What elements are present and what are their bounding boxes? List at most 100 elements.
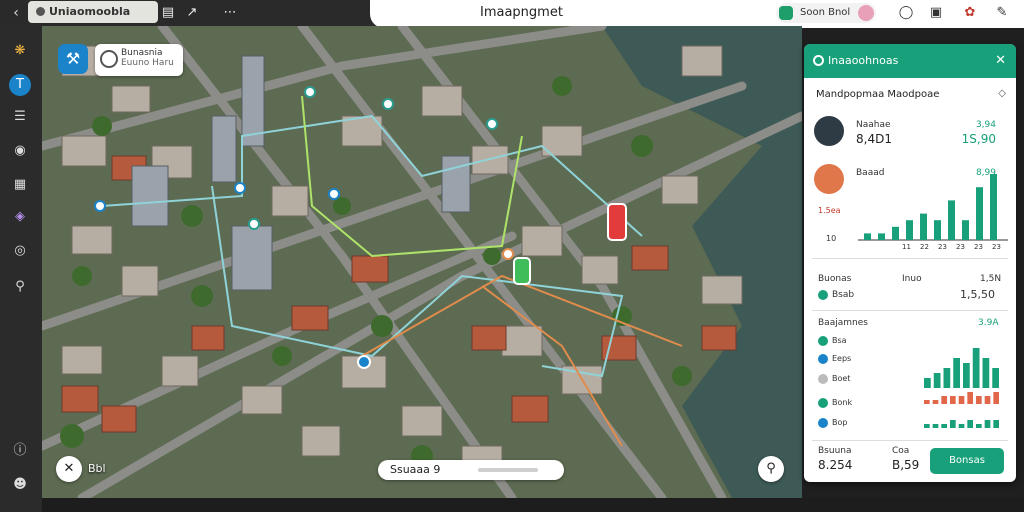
- list-item[interactable]: Bop: [818, 418, 847, 428]
- chart-bar: [864, 233, 871, 240]
- summary-mid-label: Inuo: [902, 274, 922, 284]
- section-toggle-icon[interactable]: ◇: [998, 88, 1006, 99]
- status-label: Soon Bnol: [800, 7, 851, 18]
- panel-header: Inaaoohnoas ✕: [804, 44, 1016, 78]
- list-dot-icon: [818, 418, 828, 428]
- location-subtitle: Euuno Haru: [121, 58, 174, 68]
- chart-bar: [932, 424, 939, 428]
- summary-right-value: 1,5,50: [960, 288, 995, 301]
- status-icon: [779, 6, 793, 20]
- chart-bar: [932, 400, 939, 404]
- location-title: Bunasnia: [121, 48, 163, 58]
- users-icon[interactable]: ☻: [9, 474, 31, 496]
- chart-bar: [933, 373, 941, 388]
- circle-icon[interactable]: ◉: [9, 140, 31, 162]
- chart-bar: [920, 213, 927, 240]
- location-card[interactable]: Bunasnia Euuno Haru: [95, 44, 183, 76]
- chart-bar: [892, 226, 899, 240]
- bar-chart-1: 11 22 23 23 23 23: [858, 174, 1008, 250]
- metric-key: Naahae: [856, 120, 891, 130]
- list-item[interactable]: Boet: [818, 374, 850, 384]
- chart-bar: [990, 174, 997, 240]
- list-title: Baajamnes: [818, 318, 868, 328]
- summary-left-value: Bsab: [818, 290, 854, 300]
- divider: [812, 310, 1008, 311]
- list-value: 3.9A: [978, 318, 999, 328]
- chart-bar: [976, 396, 982, 404]
- compass-icon[interactable]: ◎: [9, 240, 31, 262]
- cursor-icon[interactable]: ↗: [182, 3, 202, 23]
- footer-value-2: B,59: [892, 458, 920, 472]
- chart-bar: [924, 378, 931, 388]
- shield-icon[interactable]: ◈: [9, 206, 31, 228]
- location-pin-icon[interactable]: ◯: [896, 3, 916, 23]
- locate-me-icon[interactable]: ⚲: [758, 456, 784, 482]
- search-progress-bar: [478, 468, 538, 472]
- map-corner-label: Bbl: [88, 462, 106, 475]
- analytics-panel: Inaaoohnoas ✕ Mandpopmaa Maodpoae ◇ Naah…: [804, 44, 1016, 482]
- app-logo-icon: [36, 7, 45, 16]
- divider: [812, 258, 1008, 259]
- chart-bar: [924, 400, 930, 404]
- footer-value-1: 8.254: [818, 458, 853, 472]
- layout-icon[interactable]: ▤: [158, 3, 178, 23]
- chart-bar: [992, 368, 999, 388]
- title-bar: Imaapngmet Soon Bnol ◯ ▣ ✿ ✎: [370, 0, 1024, 28]
- chart-bar: [948, 200, 955, 240]
- panel-action-button[interactable]: Bonsas: [930, 448, 1004, 474]
- palette-icon[interactable]: ✿: [960, 3, 980, 23]
- chart-tick-label: 23: [992, 243, 1001, 250]
- list-item[interactable]: Eeps: [818, 354, 851, 364]
- metric-value: 8,4D1: [856, 132, 892, 146]
- chart-bar: [976, 187, 983, 240]
- search-icon[interactable]: ⚲: [9, 276, 31, 298]
- chart-bar: [934, 220, 941, 240]
- metric-right-top: 3,94: [975, 120, 996, 130]
- avatar[interactable]: [858, 5, 874, 21]
- chart-bar: [924, 424, 930, 428]
- status-strip: [42, 498, 1024, 512]
- panel-title: Inaaoohnoas: [828, 54, 899, 67]
- chart-icon[interactable]: ▦: [9, 174, 31, 196]
- chart-bar: [941, 396, 947, 404]
- summary-right-label: 1,5N: [980, 274, 1002, 284]
- chevron-left-icon[interactable]: ‹: [6, 3, 26, 23]
- list-dot-icon: [818, 336, 828, 346]
- list-dot-icon: [818, 398, 828, 408]
- metric-row-1[interactable]: Naahae 8,4D1 3,94 1S,90: [814, 116, 1006, 148]
- tools-icon[interactable]: ✕: [56, 456, 82, 482]
- more-icon[interactable]: ⋯: [220, 3, 240, 23]
- bell-icon[interactable]: ✎: [992, 3, 1012, 23]
- list-item[interactable]: Bonk: [818, 398, 852, 408]
- city-map[interactable]: ⚒ Bunasnia Euuno Haru ✕ Bbl Ssuaaa 9 ⚲: [42, 26, 802, 498]
- top-bar: ‹ Uniaomoobla ▤ ↗ ⋯ Imaapngmet Soon Bnol…: [0, 0, 1024, 28]
- chart-bar: [984, 420, 991, 428]
- puzzle-icon[interactable]: ⚒: [58, 44, 88, 74]
- chart-bar: [962, 220, 969, 240]
- app-window: ‹ Uniaomoobla ▤ ↗ ⋯ Imaapngmet Soon Bnol…: [0, 0, 1024, 512]
- chart-bar: [976, 424, 982, 428]
- location-icon: [100, 50, 118, 68]
- app-tab[interactable]: Uniaomoobla: [28, 1, 158, 23]
- chart-tick-label: 23: [974, 243, 983, 250]
- apps-icon[interactable]: ❋: [9, 40, 31, 62]
- chart-tick-label: 22: [920, 243, 929, 250]
- metric-right-value: 1S,90: [961, 132, 996, 146]
- layers-icon[interactable]: ☰: [9, 106, 31, 128]
- divider: [812, 440, 1008, 441]
- app-tab-label: Uniaomoobla: [49, 5, 131, 18]
- map-canvas: [42, 26, 802, 498]
- status-chip[interactable]: Soon Bnol: [776, 3, 876, 23]
- map-search-bar[interactable]: Ssuaaa 9: [378, 460, 564, 480]
- calendar-icon[interactable]: ▣: [926, 3, 946, 23]
- info-icon[interactable]: ⓘ: [9, 440, 31, 462]
- close-icon[interactable]: ✕: [995, 44, 1006, 78]
- chart-tick-label: 23: [956, 243, 965, 250]
- list-item[interactable]: Bsa: [818, 336, 847, 346]
- text-icon[interactable]: T: [9, 74, 31, 96]
- chart-y-label: 10: [826, 234, 837, 243]
- chart-bar: [993, 420, 999, 428]
- chart-tick-label: 11: [902, 243, 911, 250]
- summary-dot-icon: [818, 290, 828, 300]
- page-title: Imaapngmet: [480, 5, 563, 20]
